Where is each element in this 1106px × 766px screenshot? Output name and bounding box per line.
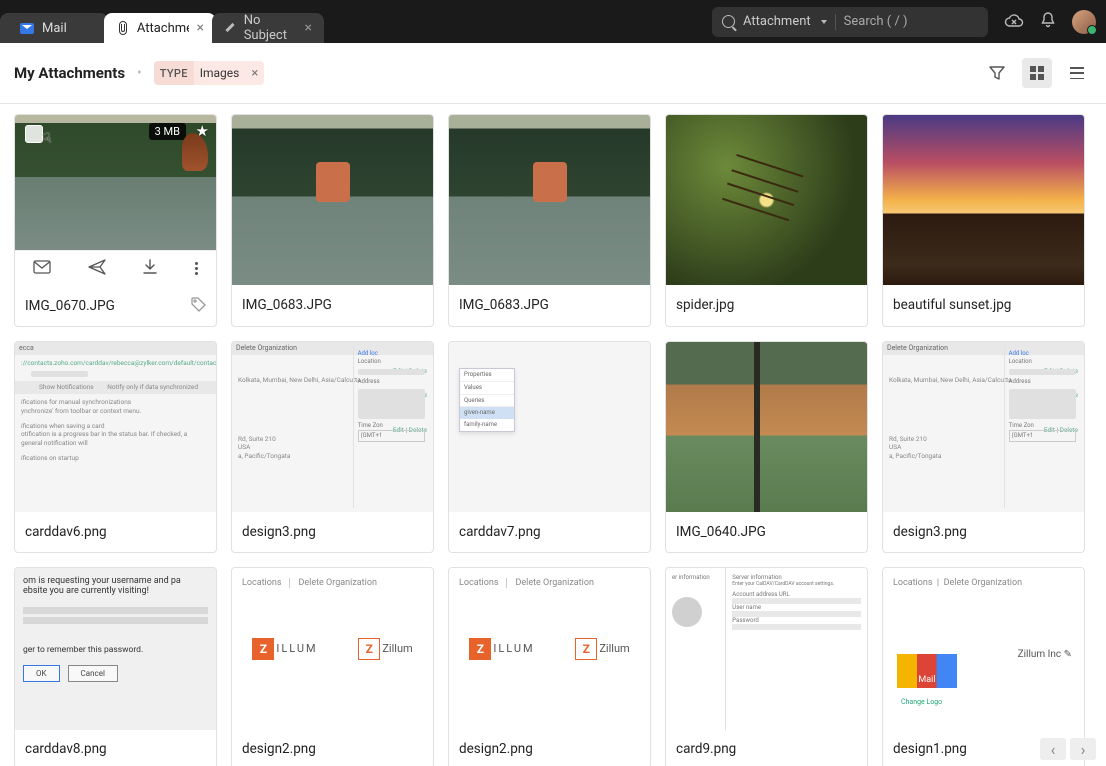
attachment-card[interactable]: IMG_0683.JPG: [448, 114, 651, 327]
topbar-right: Attachment Search ( / ): [712, 0, 1096, 43]
thumbnail[interactable]: Properties Values Queries given-name fam…: [449, 342, 650, 512]
compose-icon: [224, 21, 236, 35]
thumbnail[interactable]: [232, 115, 433, 285]
file-name: carddav7.png: [459, 524, 541, 540]
search-placeholder[interactable]: Search ( / ): [844, 14, 908, 29]
avatar[interactable]: [1072, 10, 1096, 34]
attachment-card[interactable]: Delete Organization Edit | Delete Kolkat…: [882, 341, 1085, 553]
search-scope[interactable]: Attachment: [743, 14, 811, 29]
file-name: design2.png: [459, 741, 533, 757]
thumbnail[interactable]: ☟ 3 MB ★: [15, 115, 216, 250]
file-name: design3.png: [893, 524, 967, 540]
attachment-card[interactable]: Properties Values Queries given-name fam…: [448, 341, 651, 553]
attachments-gallery: ☟ 3 MB ★ IMG_0670.JPG IMG_0683.JPG IMG_0…: [0, 104, 1106, 766]
thumbnail[interactable]: [883, 115, 1084, 285]
list-icon: [1070, 67, 1084, 79]
separator-dot: •: [137, 65, 142, 81]
file-name: IMG_0683.JPG: [459, 297, 549, 313]
attachment-card[interactable]: Locations | Delete Organization Mail Cha…: [882, 567, 1085, 766]
file-name: design2.png: [242, 741, 316, 757]
grid-icon: [1030, 66, 1044, 80]
send-action-icon[interactable]: [88, 259, 106, 279]
bell-icon[interactable]: [1040, 11, 1056, 33]
close-icon[interactable]: ×: [197, 20, 204, 36]
header-row: My Attachments • TYPE Images ×: [0, 43, 1106, 103]
thumbnail[interactable]: om is requesting your username and pa eb…: [15, 568, 216, 730]
pagination: ‹ ›: [1040, 738, 1096, 760]
tag-icon[interactable]: [191, 297, 206, 316]
chip-type-label: TYPE: [154, 61, 194, 85]
file-name: IMG_0670.JPG: [25, 298, 115, 314]
attachment-card[interactable]: ☟ 3 MB ★ IMG_0670.JPG: [14, 114, 217, 327]
filter-chip-type[interactable]: TYPE Images ×: [154, 61, 265, 85]
card-actions: [15, 250, 216, 286]
chip-value: Images: [194, 66, 246, 80]
cloud-sync-icon[interactable]: [1004, 14, 1024, 30]
tab-nosubj-label: No Subject: [244, 13, 297, 43]
separator: [835, 14, 836, 30]
tab-no-subject[interactable]: No Subject ×: [212, 13, 324, 43]
next-page-button[interactable]: ›: [1070, 738, 1096, 760]
tab-attach-label: Attachme: [137, 21, 189, 36]
file-name: IMG_0640.JPG: [676, 524, 766, 540]
attachment-card[interactable]: beautiful sunset.jpg: [882, 114, 1085, 327]
top-bar: Mail Attachme × No Subject × Attachment …: [0, 0, 1106, 43]
size-badge: 3 MB: [149, 123, 186, 140]
search-icon: [722, 15, 735, 28]
thumbnail[interactable]: Delete Organization Edit | Delete Kolkat…: [232, 342, 433, 512]
cursor-hand-icon: ☟: [41, 130, 53, 148]
thumbnail[interactable]: Delete Organization Edit | Delete Kolkat…: [883, 342, 1084, 512]
attachment-card[interactable]: LocationsDelete Organization ZILLUM ZZil…: [448, 567, 651, 766]
file-name: carddav8.png: [25, 741, 107, 757]
file-name: carddav6.png: [25, 524, 107, 540]
filter-button[interactable]: [982, 58, 1012, 88]
file-name: IMG_0683.JPG: [242, 297, 332, 313]
file-name: card9.png: [676, 741, 736, 757]
attachment-card[interactable]: er information Server information Enter …: [665, 567, 868, 766]
grid-view-button[interactable]: [1022, 58, 1052, 88]
attachment-card[interactable]: IMG_0640.JPG: [665, 341, 868, 553]
thumbnail[interactable]: [449, 115, 650, 285]
attachment-card[interactable]: Delete Organization Edit | Delete Kolkat…: [231, 341, 434, 553]
close-icon[interactable]: ×: [305, 20, 312, 36]
thumbnail[interactable]: LocationsDelete Organization ZILLUM ZZil…: [449, 568, 650, 730]
file-name: design1.png: [893, 741, 967, 757]
attachment-card[interactable]: ecca ://contacts.zoho.com/carddav/rebecc…: [14, 341, 217, 553]
more-action-icon[interactable]: [195, 262, 198, 275]
list-view-button[interactable]: [1062, 58, 1092, 88]
select-checkbox[interactable]: [25, 125, 43, 143]
mail-action-icon[interactable]: [33, 259, 51, 278]
mail-icon: [20, 23, 34, 34]
chip-remove-icon[interactable]: ×: [245, 66, 264, 81]
attachment-card[interactable]: om is requesting your username and pa eb…: [14, 567, 217, 766]
attachment-icon: [116, 20, 129, 36]
star-icon[interactable]: ★: [196, 122, 209, 140]
file-name: design3.png: [242, 524, 316, 540]
tab-attachments[interactable]: Attachme ×: [104, 13, 216, 43]
prev-page-button[interactable]: ‹: [1040, 738, 1066, 760]
file-name: spider.jpg: [676, 297, 734, 313]
thumbnail[interactable]: er information Server information Enter …: [666, 568, 867, 730]
tab-mail-label: Mail: [42, 21, 67, 36]
thumbnail[interactable]: [666, 115, 867, 285]
thumbnail[interactable]: Locations | Delete Organization Mail Cha…: [883, 568, 1084, 730]
chevron-down-icon[interactable]: [821, 20, 827, 24]
attachment-card[interactable]: LocationsDelete Organization ZILLUM ZZil…: [231, 567, 434, 766]
download-action-icon[interactable]: [142, 259, 158, 279]
tab-mail[interactable]: Mail: [0, 13, 108, 43]
page-title: My Attachments: [14, 64, 125, 82]
thumbnail[interactable]: LocationsDelete Organization ZILLUM ZZil…: [232, 568, 433, 730]
attachment-card[interactable]: spider.jpg: [665, 114, 868, 327]
thumbnail[interactable]: ecca ://contacts.zoho.com/carddav/rebecc…: [15, 342, 216, 512]
thumbnail[interactable]: [666, 342, 867, 512]
file-name: beautiful sunset.jpg: [893, 297, 1011, 313]
attachment-card[interactable]: IMG_0683.JPG: [231, 114, 434, 327]
search-bar[interactable]: Attachment Search ( / ): [712, 7, 988, 37]
